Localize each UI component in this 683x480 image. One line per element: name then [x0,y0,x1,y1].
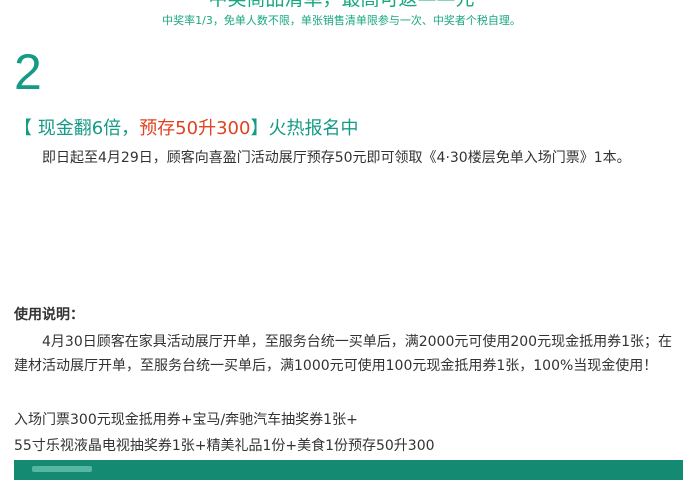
promo-title-close: 】火热报名中 [250,118,359,139]
usage-label: 使用说明： [14,307,84,323]
promo-title-highlight: 预存50升300 [139,118,251,139]
prize-rate-note: 中奖率1/3，免单人数不限，单张销售清单限参与一次、中奖者个税自理。 [162,14,521,27]
next-section-header-bar-cut-text [32,466,92,472]
section-number: 2 [14,44,42,100]
usage-paragraph: 4月30日顾客在家具活动展厅开单，至服务台统一买单后，满2000元可使用200元… [14,334,672,374]
next-section-header-bar [14,460,683,480]
cut-off-headline: 中奖商品清单，最高可返——元 [0,0,683,11]
ticket-contents-line-2: 55寸乐视液晶电视抽奖券1张+精美礼品1份+美食1份预存50升300 [14,438,435,454]
promo-title: 【 现金翻6倍，预存50升300】火热报名中 [14,116,358,142]
promo-title-open: 【 现金翻6倍， [14,118,140,139]
ticket-contents-line-1: 入场门票300元现金抵用券+宝马/奔驰汽车抽奖券1张+ [14,412,358,428]
promo-intro-paragraph: 即日起至4月29日，顾客向喜盈门活动展厅预存50元即可领取《4·30楼层免单入场… [42,150,631,166]
